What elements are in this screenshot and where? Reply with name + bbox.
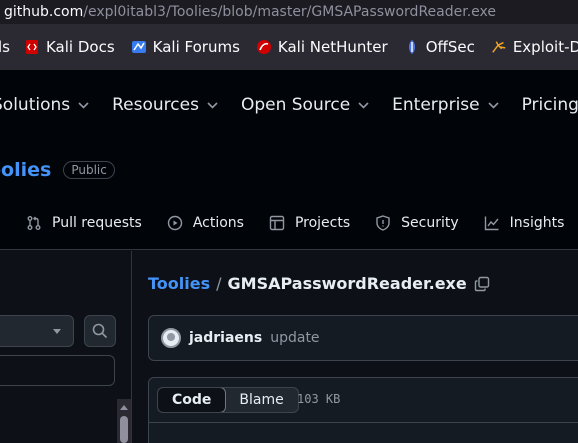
visibility-badge: Public bbox=[63, 161, 115, 179]
kali-docs-icon bbox=[24, 39, 40, 55]
scrollbar[interactable] bbox=[117, 399, 131, 443]
branch-select[interactable] bbox=[0, 315, 74, 347]
caret-down-icon bbox=[53, 329, 61, 334]
nav-label: Resources bbox=[112, 95, 199, 115]
kali-forums-icon bbox=[131, 39, 147, 55]
copy-icon[interactable] bbox=[474, 276, 490, 292]
breadcrumb-file-name: GMSAPasswordReader.exe bbox=[227, 274, 467, 293]
header-nav: Solutions Resources Open Source Enterpri… bbox=[0, 95, 578, 115]
latest-commit: jadriaens update bbox=[148, 315, 578, 361]
bookmark-label: ls bbox=[0, 38, 10, 56]
tab-actions[interactable]: Actions bbox=[167, 215, 244, 231]
bookmark-exploit-db[interactable]: Exploit-DB bbox=[491, 38, 578, 56]
bookmark-offsec[interactable]: OffSec bbox=[404, 38, 475, 56]
tab-pull-requests[interactable]: Pull requests bbox=[26, 215, 142, 231]
nav-pricing[interactable]: Pricing bbox=[522, 95, 578, 115]
url-bar[interactable]: github.com/expl0itabl3/Toolies/blob/mast… bbox=[0, 0, 578, 24]
file-size: 103 KB bbox=[297, 392, 341, 406]
chevron-down-icon bbox=[488, 101, 499, 109]
view-toggle: Code Blame bbox=[157, 387, 299, 413]
tab-label: Security bbox=[401, 215, 459, 231]
breadcrumb: Toolies / GMSAPasswordReader.exe bbox=[148, 274, 490, 293]
nav-label: Pricing bbox=[521, 95, 578, 115]
breadcrumb-repo-link[interactable]: Toolies bbox=[148, 274, 210, 293]
graph-icon bbox=[484, 216, 499, 231]
nav-label: Open Source bbox=[240, 95, 351, 115]
bookmark-label: Exploit-DB bbox=[512, 38, 578, 56]
nav-label: Enterprise bbox=[392, 95, 480, 115]
repo-title: oolies Public bbox=[0, 159, 115, 181]
bookmark-ls[interactable]: ls bbox=[0, 38, 10, 56]
chevron-down-icon bbox=[78, 101, 89, 109]
repo-tabs: Pull requests Actions Projects Security … bbox=[26, 215, 578, 231]
bookmark-label: Kali Forums bbox=[152, 38, 240, 56]
tab-insights[interactable]: Insights bbox=[484, 215, 565, 231]
bookmark-label: Kali NetHunter bbox=[277, 38, 388, 56]
actions-play-icon bbox=[167, 215, 183, 231]
url-host: github.com bbox=[4, 4, 84, 20]
chevron-down-icon bbox=[358, 101, 369, 109]
tab-code[interactable]: Code bbox=[157, 388, 227, 412]
repo-header: oolies Public Pull requests Actions Proj… bbox=[0, 140, 578, 250]
kali-nethunter-icon bbox=[256, 39, 272, 55]
bookmark-kali-nethunter[interactable]: Kali NetHunter bbox=[256, 38, 388, 56]
divider bbox=[149, 422, 578, 423]
offsec-icon bbox=[404, 39, 420, 55]
bookmark-kali-forums[interactable]: Kali Forums bbox=[131, 38, 240, 56]
nav-open-source[interactable]: Open Source bbox=[241, 95, 369, 115]
nav-label: Solutions bbox=[0, 95, 71, 115]
tab-projects[interactable]: Projects bbox=[269, 215, 350, 231]
tab-security[interactable]: Security bbox=[375, 215, 459, 231]
bookmark-label: OffSec bbox=[425, 38, 475, 56]
projects-table-icon bbox=[269, 215, 285, 231]
repo-name-link[interactable]: oolies bbox=[0, 159, 51, 181]
file-viewer: Code Blame 103 KB bbox=[148, 377, 578, 443]
file-filter-input[interactable] bbox=[0, 355, 115, 386]
nav-solutions[interactable]: Solutions bbox=[0, 95, 89, 115]
tab-label: Projects bbox=[294, 215, 351, 231]
github-header: Solutions Resources Open Source Enterpri… bbox=[0, 70, 578, 140]
tab-label: Pull requests bbox=[52, 215, 142, 231]
nav-resources[interactable]: Resources bbox=[112, 95, 218, 115]
main-content: Toolies / GMSAPasswordReader.exe jadriae… bbox=[133, 251, 578, 443]
scrollbar-thumb[interactable] bbox=[120, 416, 128, 443]
search-button[interactable] bbox=[84, 315, 116, 347]
url-path: /expl0itabl3/Toolies/blob/master/GMSAPas… bbox=[83, 4, 496, 20]
bookmark-kali-docs[interactable]: Kali Docs bbox=[24, 38, 115, 56]
tab-label: Insights bbox=[509, 215, 565, 231]
nav-enterprise[interactable]: Enterprise bbox=[392, 95, 499, 115]
tab-blame[interactable]: Blame bbox=[225, 388, 297, 412]
bookmark-label: Kali Docs bbox=[45, 38, 115, 56]
shield-icon bbox=[376, 215, 390, 231]
pull-request-icon bbox=[27, 216, 41, 230]
commit-message-link[interactable]: update bbox=[270, 330, 319, 346]
bookmarks-bar: ls Kali Docs Kali Forums Kali NetHunter … bbox=[0, 24, 578, 70]
avatar[interactable] bbox=[161, 328, 181, 348]
exploit-db-icon bbox=[491, 39, 507, 55]
commit-author-link[interactable]: jadriaens bbox=[189, 330, 262, 346]
tab-label: Actions bbox=[192, 215, 244, 231]
breadcrumb-separator: / bbox=[216, 274, 222, 293]
chevron-down-icon bbox=[207, 101, 218, 109]
scroll-up-icon[interactable] bbox=[120, 405, 128, 410]
file-tree-panel bbox=[0, 251, 132, 443]
search-icon bbox=[92, 323, 108, 339]
